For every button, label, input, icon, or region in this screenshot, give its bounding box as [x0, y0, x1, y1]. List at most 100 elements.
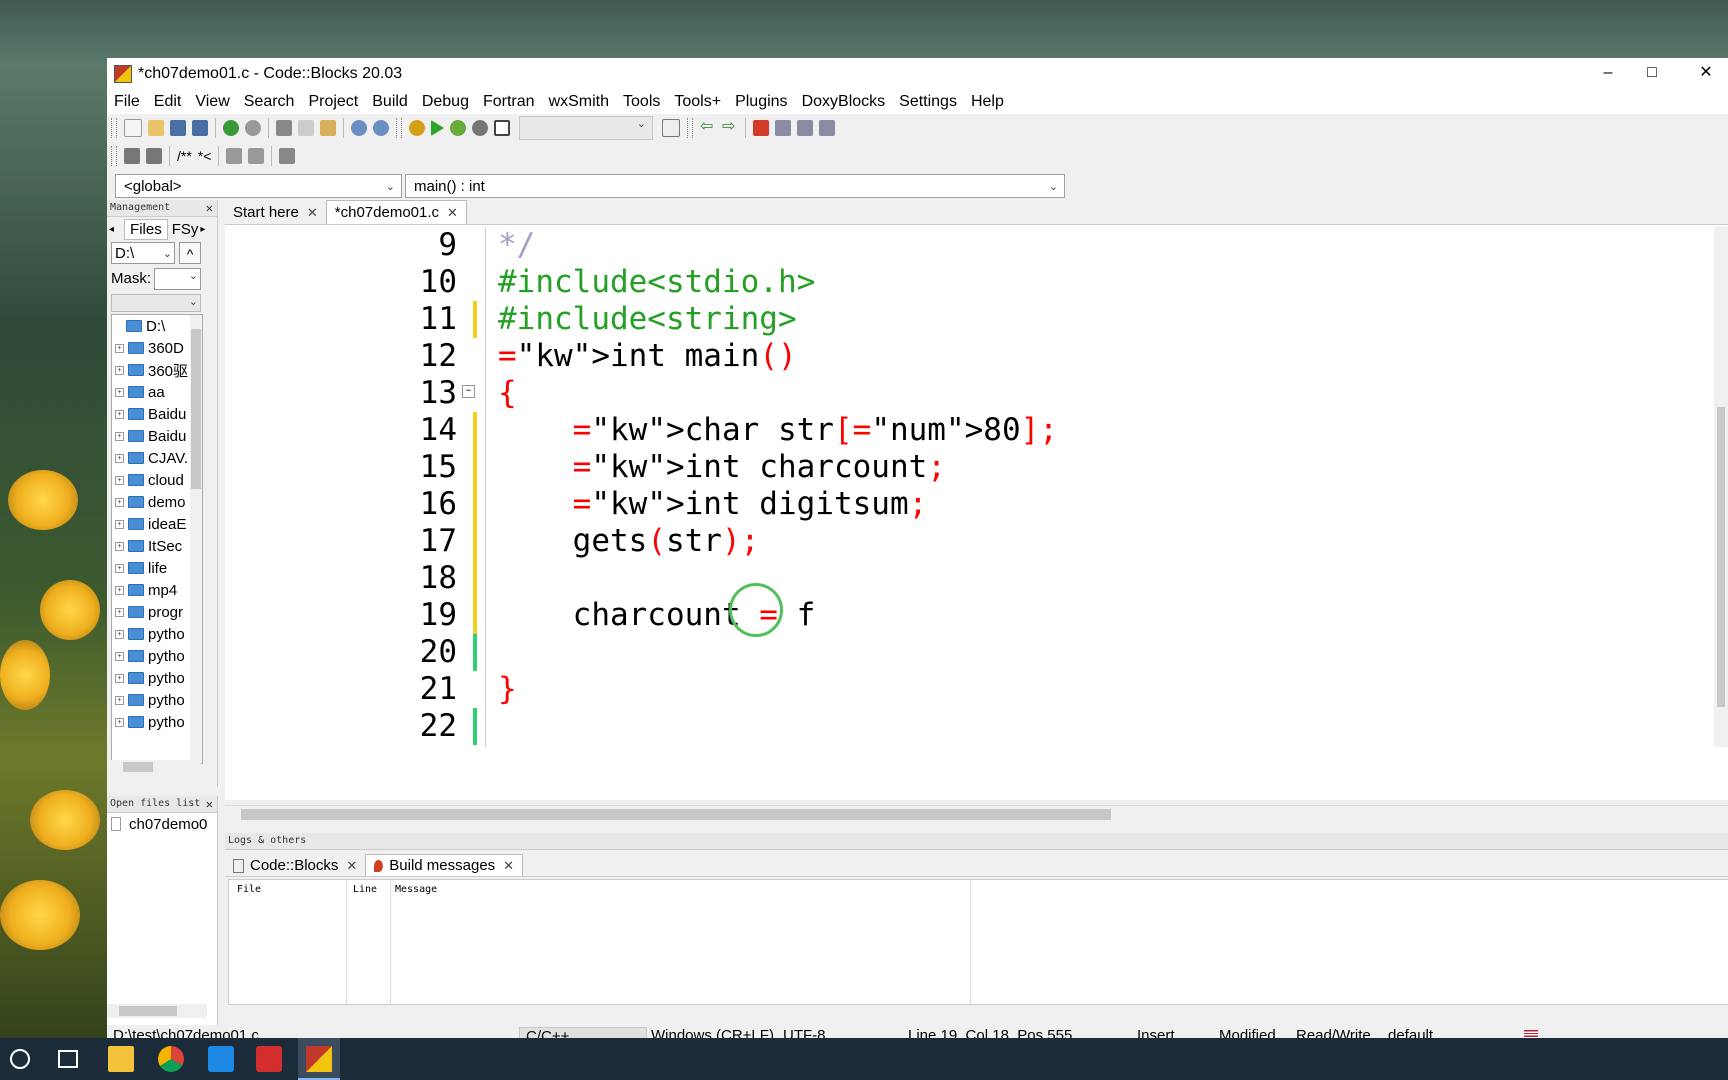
menu-help[interactable]: Help	[964, 93, 1011, 111]
tree-item[interactable]: + Baidu	[112, 425, 202, 447]
mask-select[interactable]: ⌄	[154, 268, 201, 290]
scope-select[interactable]: <global> ⌄	[115, 174, 402, 198]
menu-tools[interactable]: Tools	[616, 93, 667, 111]
parent-dir-button[interactable]: ^	[179, 242, 201, 264]
tree-item[interactable]: + ideaE	[112, 513, 202, 535]
expand-icon[interactable]: +	[115, 519, 124, 529]
close-icon[interactable]: ✕	[206, 796, 213, 812]
open-file-item[interactable]: ch07demo0	[107, 813, 217, 835]
search-icon[interactable]	[10, 1049, 30, 1069]
expand-icon[interactable]: +	[115, 387, 124, 397]
column-line[interactable]: Line	[353, 884, 377, 895]
tree-item[interactable]: +360D	[112, 337, 202, 359]
chrome-icon[interactable]	[158, 1046, 184, 1072]
close-tab-icon[interactable]: ✕	[307, 201, 318, 224]
expand-icon[interactable]: +	[115, 651, 124, 661]
function-select[interactable]: main() : int ⌄	[405, 174, 1065, 198]
expand-icon[interactable]: +	[115, 343, 124, 353]
tree-item[interactable]: + pytho	[112, 623, 202, 645]
close-icon[interactable]: ✕	[206, 200, 213, 216]
tree-item[interactable]: + cloud	[112, 469, 202, 491]
show-select-target-icon[interactable]	[662, 119, 680, 137]
column-divider[interactable]	[346, 880, 347, 1004]
column-message[interactable]: Message	[395, 884, 437, 895]
column-divider[interactable]	[970, 880, 971, 1004]
tree-item[interactable]: + progr	[112, 601, 202, 623]
tab-scroll-left-icon[interactable]: ◂	[109, 224, 114, 235]
menu-edit[interactable]: Edit	[147, 93, 189, 111]
next-bookmark-icon[interactable]	[797, 120, 813, 136]
menu-doxyblocks[interactable]: DoxyBlocks	[795, 93, 893, 111]
comment-line-button[interactable]: *<	[198, 148, 212, 164]
clear-bookmarks-icon[interactable]	[819, 120, 835, 136]
tree-root[interactable]: D:\	[112, 315, 202, 337]
expand-icon[interactable]: +	[115, 541, 124, 551]
tree-item[interactable]: + mp4	[112, 579, 202, 601]
expand-icon[interactable]: +	[115, 431, 124, 441]
column-file[interactable]: File	[237, 884, 261, 895]
editor-vscroll[interactable]	[1714, 227, 1728, 747]
expand-icon[interactable]: +	[115, 585, 124, 595]
maximize-button[interactable]: □	[1630, 58, 1674, 90]
replace-icon[interactable]	[373, 120, 389, 136]
wildcard-select[interactable]: ⌄	[111, 294, 201, 312]
minimize-button[interactable]: –	[1586, 58, 1630, 90]
toolbar-grip[interactable]	[396, 118, 402, 138]
codeblocks-taskbar-icon[interactable]	[306, 1046, 332, 1072]
rebuild-icon[interactable]	[472, 120, 488, 136]
debug-back-icon[interactable]: ⇦	[700, 119, 716, 136]
tree-item[interactable]: + pytho	[112, 689, 202, 711]
tree-vscroll[interactable]	[190, 315, 202, 763]
expand-icon[interactable]: +	[115, 453, 124, 463]
tree-item[interactable]: + pytho	[112, 711, 202, 733]
save-icon[interactable]	[170, 120, 186, 136]
drive-select[interactable]: D:\ ⌄	[111, 242, 175, 264]
expand-icon[interactable]: +	[115, 497, 124, 507]
tree-item[interactable]: + demo	[112, 491, 202, 513]
tree-item[interactable]: + CJAV.	[112, 447, 202, 469]
toolbar-grip[interactable]	[687, 118, 693, 138]
menu-plugins[interactable]: Plugins	[728, 93, 794, 111]
extract-docs-icon[interactable]	[146, 148, 162, 164]
cut-icon[interactable]	[276, 120, 292, 136]
undo-icon[interactable]	[223, 120, 239, 136]
expand-icon[interactable]: +	[115, 673, 124, 683]
menu-wxsmith[interactable]: wxSmith	[542, 93, 616, 111]
code-area[interactable]: 9 */ 10 #include<stdio.h> 11 #include<st…	[225, 227, 1728, 747]
expand-icon[interactable]: +	[115, 695, 124, 705]
build-and-run-icon[interactable]	[450, 120, 466, 136]
tree-item[interactable]: +360驱	[112, 359, 202, 381]
redo-icon[interactable]	[245, 120, 261, 136]
tab-fsymbols[interactable]: FSy	[172, 221, 199, 238]
close-tab-icon[interactable]: ✕	[447, 201, 458, 224]
abort-icon[interactable]	[494, 120, 510, 136]
expand-icon[interactable]: +	[115, 607, 124, 617]
file-explorer-icon[interactable]	[108, 1046, 134, 1072]
tab-files[interactable]: Files	[124, 218, 168, 240]
editor-hscroll-thumb[interactable]	[241, 809, 1111, 820]
tree-item[interactable]: + pytho	[112, 667, 202, 689]
save-all-icon[interactable]	[192, 120, 208, 136]
paste-icon[interactable]	[320, 120, 336, 136]
tree-hscroll[interactable]	[111, 760, 201, 774]
tree-item[interactable]: + Baidu	[112, 403, 202, 425]
menu-view[interactable]: View	[188, 93, 236, 111]
tree-item[interactable]: + life	[112, 557, 202, 579]
find-icon[interactable]	[351, 120, 367, 136]
html-docs-icon[interactable]	[226, 148, 243, 164]
toolbar-grip[interactable]	[111, 146, 117, 166]
menu-file[interactable]: File	[107, 93, 147, 111]
wps-office-icon[interactable]	[256, 1046, 282, 1072]
new-file-icon[interactable]	[124, 119, 142, 137]
build-gear-icon[interactable]	[409, 120, 425, 136]
tab-scroll-right-icon[interactable]: ▸	[200, 224, 205, 235]
comment-block-button[interactable]: /**	[177, 148, 192, 164]
task-view-icon[interactable]	[58, 1050, 78, 1068]
doxy-settings-wrench-icon[interactable]	[279, 148, 296, 164]
column-divider[interactable]	[390, 880, 391, 1004]
doxywizard-icon[interactable]	[124, 148, 140, 164]
expand-icon[interactable]: +	[115, 475, 124, 485]
tree-item[interactable]: + ItSec	[112, 535, 202, 557]
tree-hscroll-thumb[interactable]	[123, 762, 153, 772]
tab-codeblocks-log[interactable]: Code::Blocks ✕	[225, 855, 365, 876]
